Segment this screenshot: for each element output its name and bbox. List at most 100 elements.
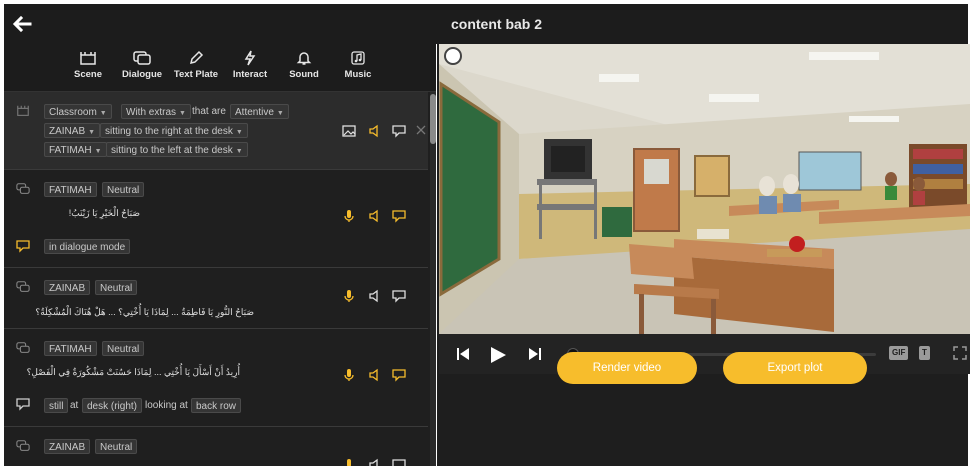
back-button[interactable] [10, 12, 34, 36]
dialogue-block[interactable]: ZAINAB Neutral صَبَاحُ النُّورِ يَا فَاط… [4, 269, 428, 329]
extras-mood-value: Attentive [235, 107, 274, 118]
action-at-label: at [70, 400, 79, 411]
dialogue-line[interactable]: صَبَاحُ النُّورِ يَا فَاطِمَةُ ... لِمَا… [35, 305, 254, 319]
speaker-icon[interactable] [368, 209, 382, 223]
character-2-select[interactable]: FATIMAH ▼ [44, 142, 107, 157]
dialogue-tool-button[interactable]: Dialogue [114, 50, 170, 90]
sound-tool-button[interactable]: Sound [276, 50, 332, 90]
gif-button[interactable]: GIF [889, 346, 909, 360]
insert-toolbar: Scene Dialogue Text Plate Interact Sound… [4, 44, 436, 92]
scene-preview[interactable] [439, 44, 970, 334]
character-2-position-value: sitting to the left at the desk [111, 145, 233, 156]
chevron-down-icon: ▼ [235, 148, 243, 155]
emotion-tag[interactable]: Neutral [102, 341, 145, 356]
comment-icon[interactable] [392, 289, 406, 303]
export-plot-button[interactable]: Export plot [723, 352, 867, 384]
dialogue-block[interactable]: FATIMAH Neutral صَبَاحُ الْخَيْرِ يَا زَ… [4, 171, 428, 268]
character-tag[interactable]: FATIMAH [44, 182, 97, 197]
location-select[interactable]: Classroom ▼ [44, 104, 112, 119]
speaker-icon[interactable] [368, 458, 382, 466]
chevron-down-icon: ▼ [88, 129, 96, 136]
character-tag[interactable]: FATIMAH [44, 341, 97, 356]
character-2-value: FATIMAH [49, 145, 92, 156]
action-place-tag[interactable]: desk (right) [82, 398, 143, 413]
speaker-icon[interactable] [368, 368, 382, 382]
script-scrollbar[interactable] [430, 92, 436, 466]
chevron-down-icon: ▼ [94, 148, 102, 155]
top-bar: content bab 2 [4, 4, 968, 44]
character-2-position-select[interactable]: sitting to the left at the desk ▼ [106, 142, 248, 157]
speaker-icon[interactable] [368, 289, 382, 303]
dialogue-mode-tag[interactable]: in dialogue mode [44, 239, 131, 254]
script-editor-panel: Scene Dialogue Text Plate Interact Sound… [4, 44, 436, 466]
scene-tool-button[interactable]: Scene [60, 50, 116, 90]
action-icon [16, 398, 30, 411]
extras-value: With extras [126, 107, 177, 118]
comment-icon[interactable] [392, 458, 406, 466]
sound-tool-label: Sound [289, 69, 319, 80]
microphone-icon[interactable] [342, 458, 356, 466]
scene-icon [17, 105, 29, 116]
image-icon[interactable] [342, 124, 356, 138]
dialogue-block[interactable]: ZAINAB Neutral [4, 428, 428, 466]
play-icon[interactable] [489, 346, 507, 364]
comment-icon[interactable] [392, 368, 406, 382]
music-icon [351, 51, 365, 65]
text-toggle-button[interactable]: T [919, 346, 930, 360]
scrollbar-thumb[interactable] [430, 94, 436, 144]
action-target-tag[interactable]: back row [191, 398, 242, 413]
character-tag[interactable]: ZAINAB [44, 280, 91, 295]
music-tool-button[interactable]: Music [330, 50, 386, 90]
chevron-down-icon: ▼ [276, 110, 284, 117]
skip-forward-icon[interactable] [527, 346, 543, 362]
dialogue-block[interactable]: FATIMAH Neutral أُرِيدُ أَنْ أَسْأَلَ يَ… [4, 330, 428, 427]
text-plate-tool-label: Text Plate [173, 69, 219, 80]
classroom-scene-image [439, 44, 970, 334]
text-plate-tool-button[interactable]: Text Plate [168, 50, 224, 90]
pen-icon [189, 50, 204, 65]
dialogue-icon [16, 183, 30, 194]
skip-back-icon[interactable] [455, 346, 471, 362]
emotion-tag[interactable]: Neutral [95, 439, 138, 454]
character-tag[interactable]: ZAINAB [44, 439, 91, 454]
page-title: content bab 2 [451, 16, 543, 32]
action-looking-label: looking at [145, 400, 188, 411]
dialogue-icon [133, 51, 151, 65]
fullscreen-icon[interactable] [953, 346, 967, 360]
app-window: content bab 2 Scene Dialogue Text Plate … [0, 0, 971, 466]
dialogue-line[interactable]: أُرِيدُ أَنْ أَسْأَلَ يَا أُخْتِي ... لِ… [27, 365, 240, 379]
render-video-button[interactable]: Render video [557, 352, 697, 384]
interact-tool-button[interactable]: Interact [222, 50, 278, 90]
dialogue-tool-label: Dialogue [121, 69, 163, 80]
action-state-tag[interactable]: still [44, 398, 69, 413]
emotion-tag[interactable]: Neutral [95, 280, 138, 295]
player-controls: GIF T [439, 334, 970, 374]
scene-block[interactable]: Classroom ▼ With extras ▼ that are Attenti… [4, 92, 428, 170]
arrow-left-icon [12, 15, 32, 33]
emotion-tag[interactable]: Neutral [102, 182, 145, 197]
dialogue-icon [16, 281, 30, 292]
script-list[interactable]: Classroom ▼ With extras ▼ that are Attenti… [4, 92, 436, 466]
bell-icon [296, 52, 312, 65]
scene-tool-label: Scene [74, 69, 102, 80]
scene-icon [80, 52, 96, 65]
comment-icon[interactable] [392, 124, 406, 138]
microphone-icon[interactable] [342, 289, 356, 303]
character-1-position-select[interactable]: sitting to the right at the desk ▼ [100, 123, 248, 138]
location-value: Classroom [49, 107, 97, 118]
interact-tool-label: Interact [232, 69, 268, 80]
dialogue-icon [16, 440, 30, 451]
dialogue-line[interactable]: صَبَاحُ الْخَيْرِ يَا زَيْنَبُ! [44, 206, 140, 220]
character-1-select[interactable]: ZAINAB ▼ [44, 123, 101, 138]
microphone-icon[interactable] [342, 209, 356, 223]
that-are-label: that are [192, 106, 226, 117]
dialogue-icon [16, 342, 30, 353]
speaker-icon[interactable] [368, 124, 382, 138]
close-icon[interactable] [414, 123, 428, 137]
comment-icon[interactable] [392, 209, 406, 223]
microphone-icon[interactable] [342, 368, 356, 382]
extras-mood-select[interactable]: Attentive ▼ [230, 104, 289, 119]
extras-select[interactable]: With extras ▼ [121, 104, 191, 119]
interact-icon [244, 50, 256, 66]
chevron-down-icon: ▼ [99, 110, 107, 117]
